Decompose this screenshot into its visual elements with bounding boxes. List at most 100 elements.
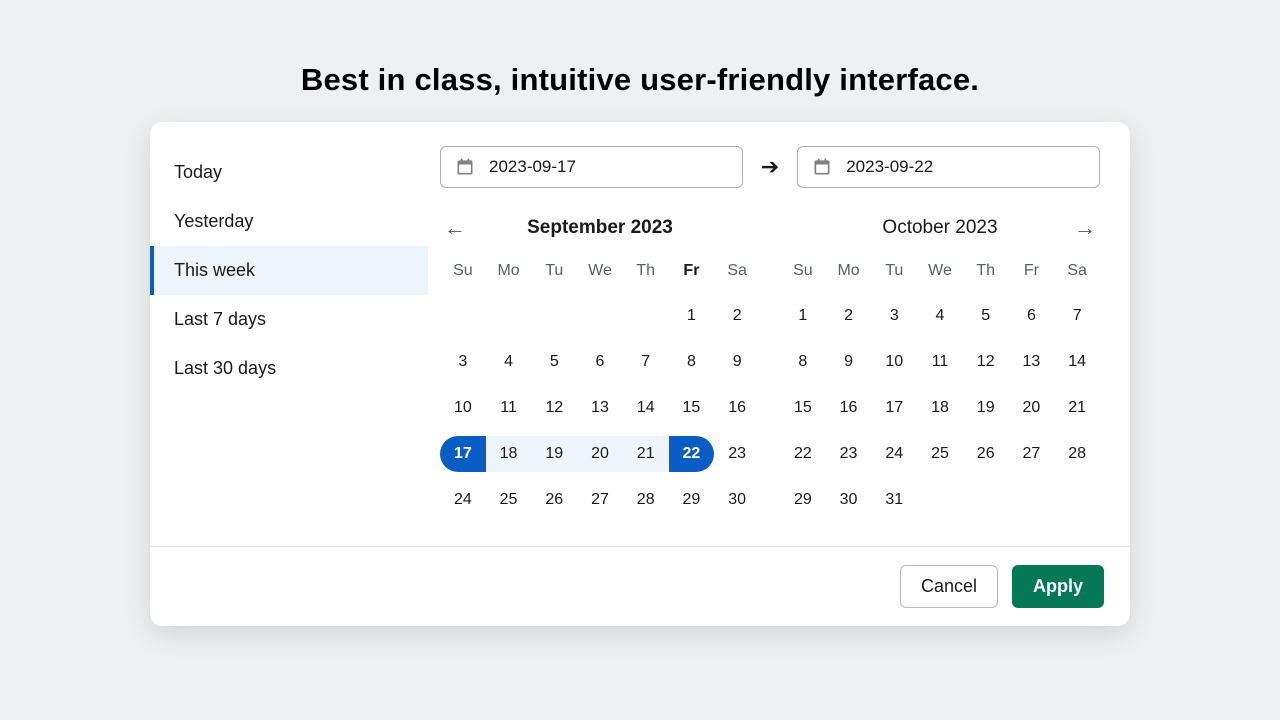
- day-cell[interactable]: 29: [669, 482, 715, 518]
- day-cell[interactable]: 12: [963, 344, 1009, 380]
- day-cell[interactable]: 15: [669, 390, 715, 426]
- day-cell[interactable]: 28: [623, 482, 669, 518]
- preset-sidebar: TodayYesterdayThis weekLast 7 daysLast 3…: [150, 122, 428, 546]
- day-empty: [531, 298, 577, 334]
- end-date-input[interactable]: 2023-09-22: [797, 146, 1100, 188]
- day-cell[interactable]: 26: [963, 436, 1009, 472]
- dow-header: Sa: [1054, 256, 1100, 288]
- day-cell[interactable]: 25: [917, 436, 963, 472]
- day-cell[interactable]: 7: [623, 344, 669, 380]
- day-cell[interactable]: 30: [826, 482, 872, 518]
- day-cell[interactable]: 27: [1009, 436, 1055, 472]
- next-month-button[interactable]: →: [1070, 211, 1100, 245]
- preset-this-week[interactable]: This week: [150, 246, 428, 295]
- day-cell[interactable]: 9: [826, 344, 872, 380]
- day-empty: [623, 298, 669, 334]
- day-cell[interactable]: 28: [1054, 436, 1100, 472]
- end-date-value: 2023-09-22: [846, 157, 933, 177]
- day-cell[interactable]: 5: [531, 344, 577, 380]
- day-cell[interactable]: 23: [826, 436, 872, 472]
- calendar-icon: [455, 157, 475, 177]
- month-right-title: October 2023: [882, 217, 997, 239]
- day-cell[interactable]: 24: [440, 482, 486, 518]
- day-cell[interactable]: 19: [531, 436, 577, 472]
- day-cell[interactable]: 23: [714, 436, 760, 472]
- day-cell[interactable]: 5: [963, 298, 1009, 334]
- day-cell[interactable]: 12: [531, 390, 577, 426]
- day-cell[interactable]: 21: [1054, 390, 1100, 426]
- dow-header: Sa: [714, 256, 760, 288]
- calendar-icon: [812, 157, 832, 177]
- day-cell[interactable]: 13: [577, 390, 623, 426]
- arrow-right-icon: ➔: [761, 154, 779, 180]
- dow-header: We: [917, 256, 963, 288]
- preset-last-30-days[interactable]: Last 30 days: [150, 344, 428, 393]
- day-cell[interactable]: 2: [826, 298, 872, 334]
- day-cell[interactable]: 8: [669, 344, 715, 380]
- dow-header: Fr: [1009, 256, 1055, 288]
- day-cell[interactable]: 17: [871, 390, 917, 426]
- day-cell[interactable]: 16: [826, 390, 872, 426]
- day-cell[interactable]: 3: [871, 298, 917, 334]
- day-cell[interactable]: 18: [917, 390, 963, 426]
- day-cell[interactable]: 17: [440, 436, 486, 472]
- prev-month-button[interactable]: ←: [440, 211, 470, 245]
- day-cell[interactable]: 4: [486, 344, 532, 380]
- day-cell[interactable]: 1: [780, 298, 826, 334]
- day-cell[interactable]: 25: [486, 482, 532, 518]
- day-cell[interactable]: 22: [669, 436, 715, 472]
- date-picker-card: TodayYesterdayThis weekLast 7 daysLast 3…: [150, 122, 1130, 626]
- day-cell[interactable]: 14: [623, 390, 669, 426]
- start-date-value: 2023-09-17: [489, 157, 576, 177]
- day-cell[interactable]: 19: [963, 390, 1009, 426]
- day-cell[interactable]: 14: [1054, 344, 1100, 380]
- day-cell[interactable]: 3: [440, 344, 486, 380]
- day-cell[interactable]: 10: [871, 344, 917, 380]
- cancel-button[interactable]: Cancel: [900, 565, 998, 608]
- day-cell[interactable]: 29: [780, 482, 826, 518]
- day-cell[interactable]: 15: [780, 390, 826, 426]
- day-cell[interactable]: 6: [1009, 298, 1055, 334]
- day-cell[interactable]: 1: [669, 298, 715, 334]
- dow-header: Su: [440, 256, 486, 288]
- dow-header: Tu: [531, 256, 577, 288]
- dow-header: We: [577, 256, 623, 288]
- dow-header: Th: [963, 256, 1009, 288]
- day-cell[interactable]: 20: [577, 436, 623, 472]
- day-cell[interactable]: 18: [486, 436, 532, 472]
- day-cell[interactable]: 9: [714, 344, 760, 380]
- day-empty: [440, 298, 486, 334]
- preset-last-7-days[interactable]: Last 7 days: [150, 295, 428, 344]
- preset-today[interactable]: Today: [150, 148, 428, 197]
- apply-button[interactable]: Apply: [1012, 565, 1104, 608]
- day-cell[interactable]: 20: [1009, 390, 1055, 426]
- day-cell[interactable]: 2: [714, 298, 760, 334]
- day-cell[interactable]: 10: [440, 390, 486, 426]
- day-cell[interactable]: 6: [577, 344, 623, 380]
- day-cell[interactable]: 30: [714, 482, 760, 518]
- day-cell[interactable]: 22: [780, 436, 826, 472]
- start-date-input[interactable]: 2023-09-17: [440, 146, 743, 188]
- day-empty: [577, 298, 623, 334]
- dow-header: Su: [780, 256, 826, 288]
- day-cell[interactable]: 8: [780, 344, 826, 380]
- preset-yesterday[interactable]: Yesterday: [150, 197, 428, 246]
- day-cell[interactable]: 11: [917, 344, 963, 380]
- day-cell[interactable]: 7: [1054, 298, 1100, 334]
- calendar-main: 2023-09-17 ➔ 2023-09-22 ← September 2023…: [428, 122, 1130, 546]
- month-right: October 2023 → SuMoTuWeThFrSa12345678910…: [780, 208, 1100, 518]
- dow-header: Th: [623, 256, 669, 288]
- day-cell[interactable]: 4: [917, 298, 963, 334]
- day-cell[interactable]: 26: [531, 482, 577, 518]
- day-cell[interactable]: 21: [623, 436, 669, 472]
- dow-header: Tu: [871, 256, 917, 288]
- dow-header: Mo: [486, 256, 532, 288]
- day-cell[interactable]: 31: [871, 482, 917, 518]
- day-cell[interactable]: 16: [714, 390, 760, 426]
- month-left: ← September 2023 SuMoTuWeThFrSa123456789…: [440, 208, 760, 518]
- day-cell[interactable]: 24: [871, 436, 917, 472]
- day-cell[interactable]: 13: [1009, 344, 1055, 380]
- day-cell[interactable]: 27: [577, 482, 623, 518]
- month-left-title: September 2023: [527, 217, 673, 239]
- day-cell[interactable]: 11: [486, 390, 532, 426]
